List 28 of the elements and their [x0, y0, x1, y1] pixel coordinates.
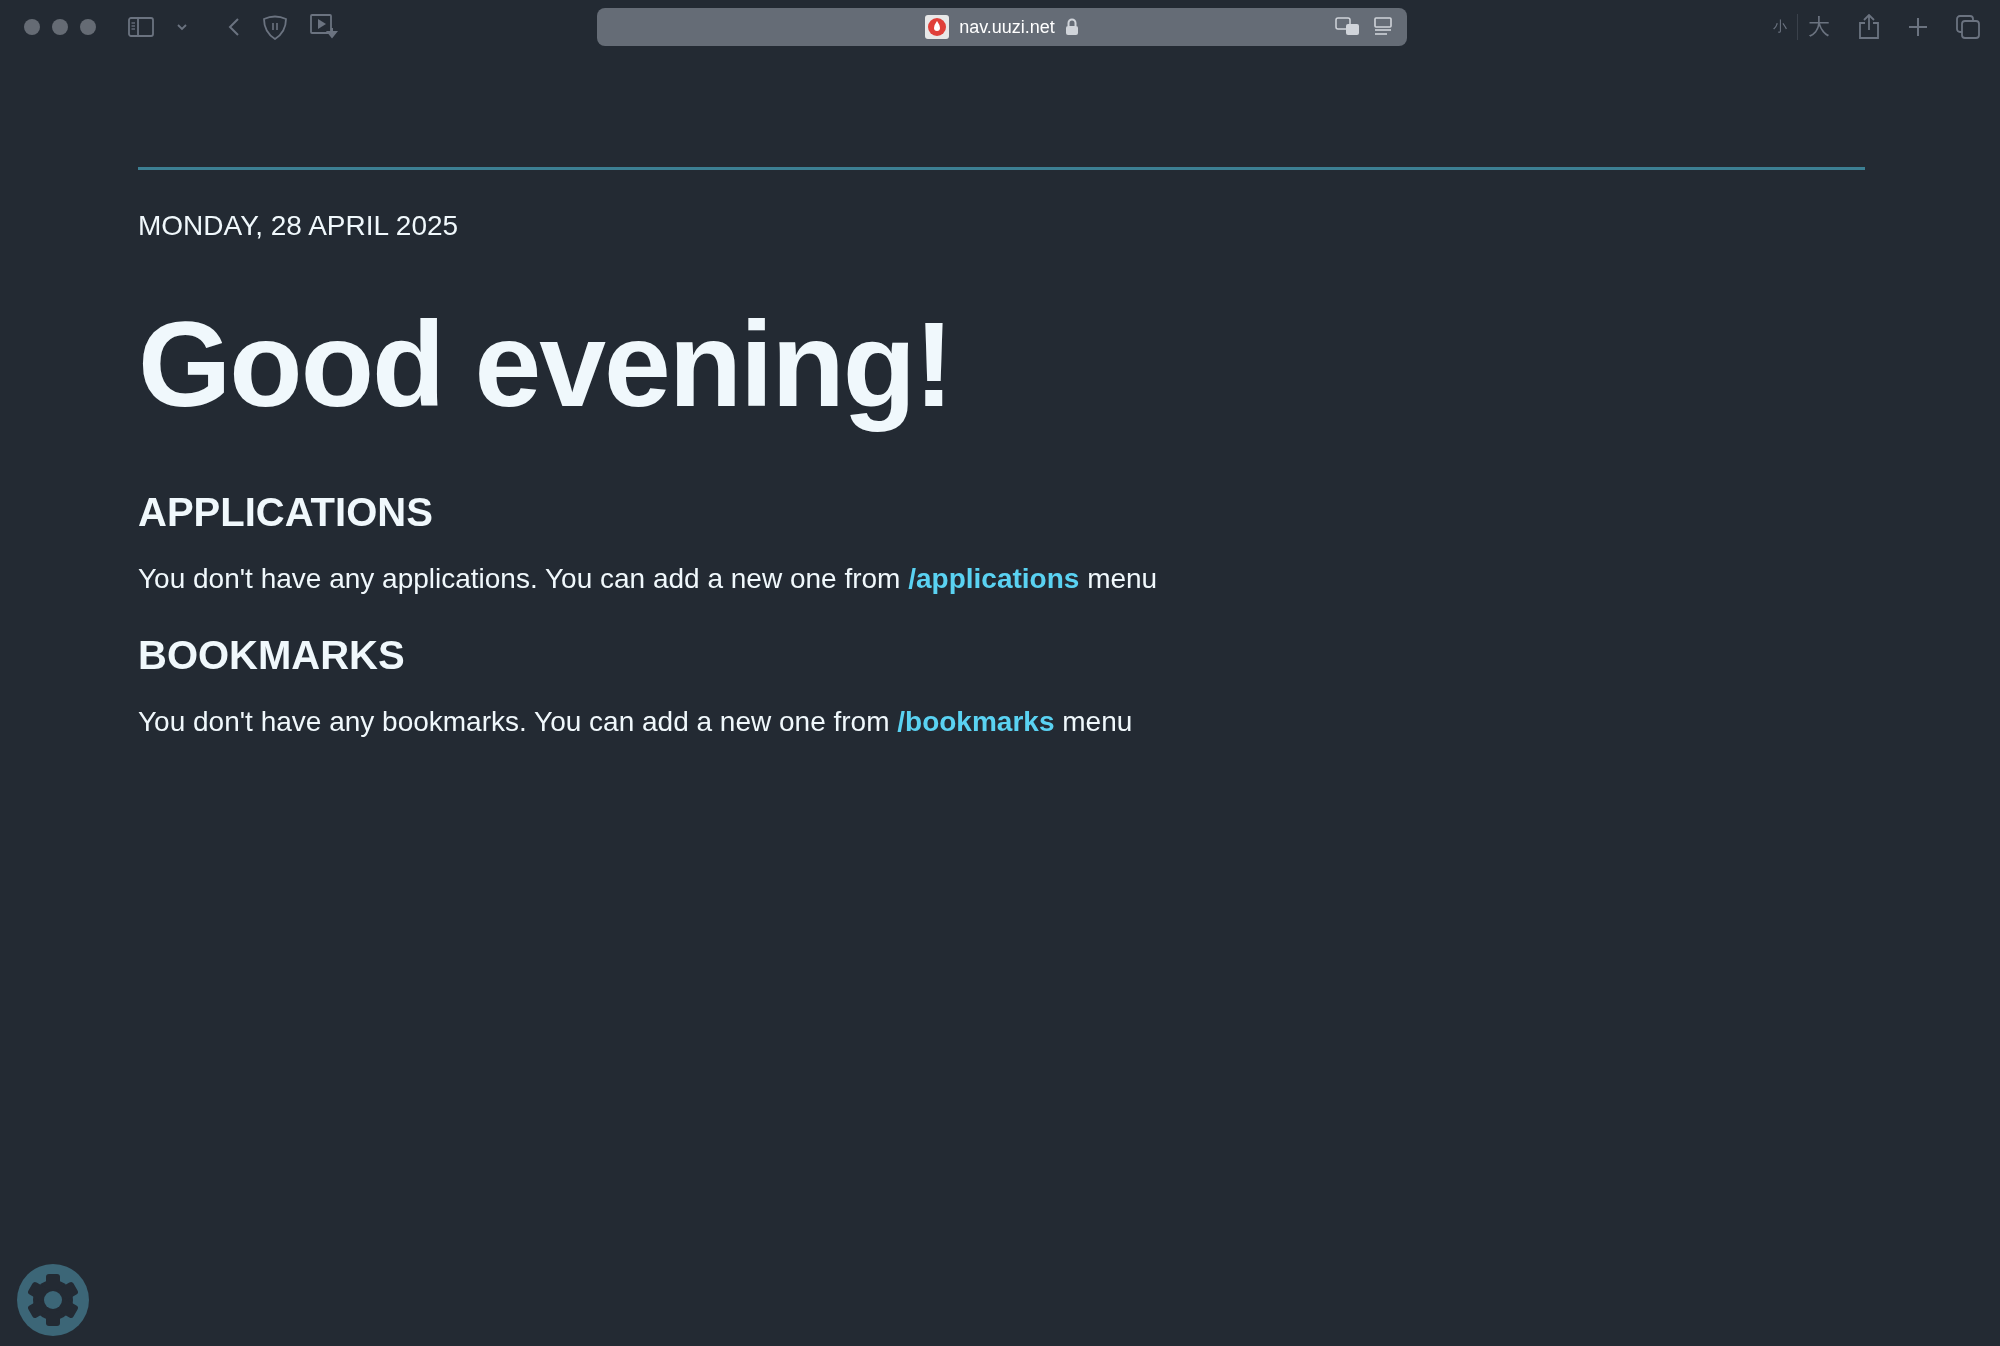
menu-link[interactable]: /bookmarks — [897, 706, 1055, 737]
tabs-icon[interactable] — [1956, 15, 1980, 39]
settings-icon[interactable] — [17, 1264, 89, 1336]
flame-icon — [925, 15, 950, 39]
lock-icon — [1064, 18, 1079, 36]
sidebar-icon[interactable] — [128, 17, 154, 37]
back-icon[interactable] — [228, 17, 240, 37]
menu-link[interactable]: /applications — [908, 563, 1080, 594]
text-larger-button[interactable]: 大 — [1808, 12, 1830, 42]
address-bar[interactable]: nav.uuzi.net — [597, 8, 1407, 46]
greeting-heading: Good evening! — [138, 298, 953, 430]
empty-message: You don't have any bookmarks. You can add a new one from /bookmarks menu — [138, 706, 1134, 738]
share-icon[interactable] — [1858, 14, 1880, 40]
section-heading: BOOKMARKS — [138, 633, 406, 678]
close-button[interactable] — [24, 19, 40, 35]
media-download-icon[interactable] — [310, 14, 338, 40]
chevron-down-icon[interactable] — [176, 23, 188, 31]
reader-icon[interactable] — [1373, 17, 1393, 37]
plus-icon[interactable] — [1908, 17, 1928, 37]
translate-icon[interactable] — [1335, 17, 1361, 37]
minimize-button[interactable] — [52, 19, 68, 35]
date-text: MONDAY, 28 APRIL 2025 — [138, 210, 460, 242]
address-text: nav.uuzi.net — [959, 16, 1055, 38]
section-heading: APPLICATIONS — [138, 490, 434, 535]
text-smaller-button[interactable]: 小 — [1773, 18, 1787, 36]
empty-message: You don't have any applications. You can add a new one from /applications menu — [138, 563, 1159, 595]
zoom-button[interactable] — [80, 19, 96, 35]
shield-icon[interactable] — [262, 14, 288, 40]
